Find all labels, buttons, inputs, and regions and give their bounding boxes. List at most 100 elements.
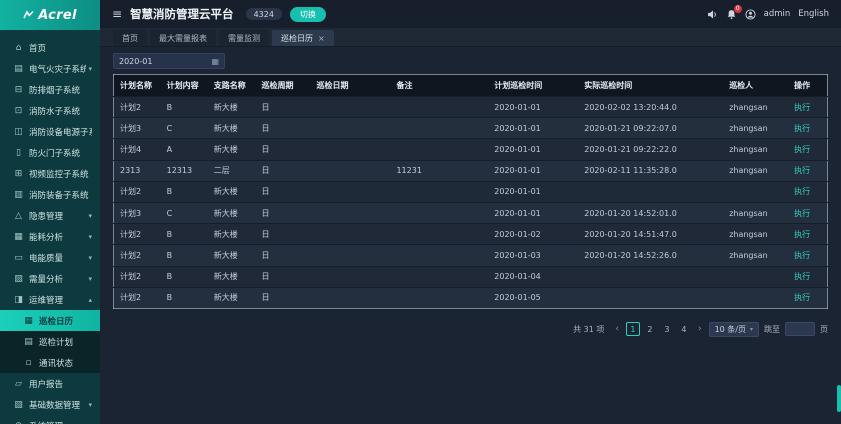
table-cell: 2020-01-21 09:22:07.0: [578, 118, 723, 139]
execute-action-link[interactable]: 执行: [794, 124, 810, 133]
tab-需量监测[interactable]: 需量监测: [219, 30, 269, 46]
sidebar-item-label: 系统管理: [29, 420, 92, 424]
table-row: 计划2B新大楼日2020-01-01执行: [114, 181, 828, 202]
page-size-label: 10 条/页: [715, 324, 746, 335]
table-cell: 日: [256, 266, 311, 287]
project-badge: 4324: [246, 8, 282, 20]
sidebar-item-fire-equipment-subsystem[interactable]: ▥消防装备子系统: [0, 184, 100, 205]
calendar-icon[interactable]: ▦: [211, 57, 219, 66]
sidebar-item-home[interactable]: ⌂首页: [0, 37, 100, 58]
user-avatar-icon[interactable]: [745, 9, 756, 20]
table-cell: 计划4: [114, 139, 161, 160]
sidebar-item-fire-equipment-power-subsystem[interactable]: ◫消防设备电源子系统: [0, 121, 100, 142]
table-cell: [578, 287, 723, 308]
execute-action-link[interactable]: 执行: [794, 166, 810, 175]
page-numbers: 1234: [626, 322, 691, 336]
table-cell: [723, 181, 788, 202]
sidebar-item-label: 通讯状态: [39, 357, 92, 369]
column-header: 支路名称: [208, 75, 256, 97]
table-cell: 2020-01-01: [488, 160, 578, 181]
volume-icon[interactable]: [707, 9, 718, 20]
vertical-scrollbar-thumb[interactable]: [837, 385, 841, 412]
tab-label: 首页: [122, 33, 138, 44]
prev-page-icon[interactable]: ‹: [613, 324, 621, 334]
sidebar-item-comm-status[interactable]: ▫通讯状态: [0, 352, 100, 373]
execute-action-link[interactable]: 执行: [794, 230, 810, 239]
table-row: 计划3C新大楼日2020-01-012020-01-21 09:22:07.0z…: [114, 118, 828, 139]
table-cell: [390, 266, 488, 287]
table-cell: 计划2: [114, 224, 161, 245]
sidebar-item-user-report[interactable]: ▱用户报告: [0, 373, 100, 394]
brand-logo[interactable]: Acrel: [0, 0, 100, 30]
page-number-1[interactable]: 1: [626, 322, 640, 336]
username-label[interactable]: admin: [764, 9, 791, 19]
sidebar-item-label: 消防设备电源子系统: [29, 126, 92, 138]
page-number-3[interactable]: 3: [660, 322, 674, 336]
execute-action-link[interactable]: 执行: [794, 103, 810, 112]
table-cell: 2020-02-11 11:35:28.0: [578, 160, 723, 181]
pagination: 共 31 项 ‹ 1234 › 10 条/页 ▾ 跳至 页: [113, 322, 828, 337]
tab-巡检日历[interactable]: 巡检日历×: [272, 30, 334, 46]
table-cell: 计划2: [114, 266, 161, 287]
switch-project-button[interactable]: 切换: [290, 7, 326, 22]
sidebar-item-smoke-exhaust-subsystem[interactable]: ⊟防排烟子系统: [0, 79, 100, 100]
table-cell: 计划2: [114, 245, 161, 266]
page-number-4[interactable]: 4: [677, 322, 691, 336]
sidebar-item-inspection-plan[interactable]: ▤巡检计划: [0, 331, 100, 352]
chevron-down-icon: ▾: [88, 401, 92, 409]
report-icon: ▱: [12, 379, 25, 389]
column-header: 巡检周期: [256, 75, 311, 97]
month-picker[interactable]: ▦: [113, 53, 225, 69]
sidebar-menu: ⌂首页▤电气火灾子系统▾⊟防排烟子系统⊡消防水子系统◫消防设备电源子系统▯防火门…: [0, 30, 100, 424]
sidebar-item-fire-door-subsystem[interactable]: ▯防火门子系统: [0, 142, 100, 163]
sidebar-item-video-monitor-subsystem[interactable]: ⊞视频监控子系统: [0, 163, 100, 184]
column-header: 巡检日期: [311, 75, 391, 97]
sidebar-item-demand-analysis[interactable]: ▨需量分析▾: [0, 268, 100, 289]
tab-label: 需量监测: [228, 33, 260, 44]
execute-action-link[interactable]: 执行: [794, 251, 810, 260]
table-cell: 日: [256, 160, 311, 181]
column-header: 备注: [390, 75, 488, 97]
jump-page-input[interactable]: [785, 322, 815, 336]
sidebar-item-electrical-fire-subsystem[interactable]: ▤电气火灾子系统▾: [0, 58, 100, 79]
chevron-up-icon: ▴: [88, 296, 92, 304]
sidebar-item-label: 需量分析: [29, 273, 86, 285]
close-tab-icon[interactable]: ×: [318, 34, 325, 43]
page-number-2[interactable]: 2: [643, 322, 657, 336]
execute-action-link[interactable]: 执行: [794, 272, 810, 281]
table-cell: 新大楼: [208, 224, 256, 245]
table-cell: 2020-02-02 13:20:44.0: [578, 97, 723, 118]
table-cell: zhangsan: [723, 224, 788, 245]
tab-首页[interactable]: 首页: [113, 30, 147, 46]
execute-action-link[interactable]: 执行: [794, 145, 810, 154]
sidebar-item-basic-data-management[interactable]: ▧基础数据管理▾: [0, 394, 100, 415]
sidebar-item-inspection-calendar[interactable]: ▦巡检日历: [0, 310, 100, 331]
execute-action-link[interactable]: 执行: [794, 209, 810, 218]
next-page-icon[interactable]: ›: [696, 324, 704, 334]
table-cell: 新大楼: [208, 139, 256, 160]
fire-equipment-icon: ▥: [12, 190, 25, 200]
table-cell: [390, 181, 488, 202]
language-switcher[interactable]: English: [798, 9, 829, 19]
table-cell: 2020-01-20 14:52:26.0: [578, 245, 723, 266]
notification-bell-icon[interactable]: 0: [726, 9, 737, 20]
tab-最大需量报表[interactable]: 最大需量报表: [150, 30, 216, 46]
table-cell: 新大楼: [208, 202, 256, 223]
calendar-icon: ▦: [22, 316, 35, 326]
table-cell: [578, 181, 723, 202]
sidebar-item-system-management[interactable]: ⊛系统管理: [0, 415, 100, 424]
sidebar-item-power-quality[interactable]: ▭电能质量▾: [0, 247, 100, 268]
collapse-menu-icon[interactable]: ≡: [112, 8, 122, 20]
execute-action-link[interactable]: 执行: [794, 293, 810, 302]
table-cell: 计划2: [114, 181, 161, 202]
sidebar-item-hazard-management[interactable]: △隐患管理▾: [0, 205, 100, 226]
sidebar-item-energy-analysis[interactable]: ▦能耗分析▾: [0, 226, 100, 247]
table-cell: [390, 139, 488, 160]
table-cell: 新大楼: [208, 266, 256, 287]
month-picker-input[interactable]: [119, 57, 211, 66]
execute-action-link[interactable]: 执行: [794, 187, 810, 196]
sidebar-item-ops-management[interactable]: ◨运维管理▴: [0, 289, 100, 310]
table-cell: 2020-01-01: [488, 97, 578, 118]
sidebar-item-fire-water-subsystem[interactable]: ⊡消防水子系统: [0, 100, 100, 121]
page-size-select[interactable]: 10 条/页 ▾: [709, 322, 759, 337]
